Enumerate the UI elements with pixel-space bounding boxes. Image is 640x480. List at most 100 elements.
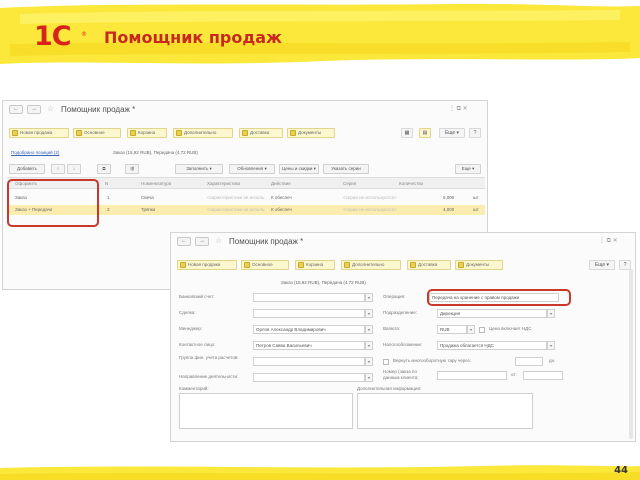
currency-field[interactable]: RUB	[437, 325, 467, 334]
client-order-number-field[interactable]	[437, 371, 507, 380]
col-operation[interactable]: Действие	[271, 178, 291, 190]
client-order-date-field[interactable]	[523, 371, 563, 380]
forward-button[interactable]: →	[27, 105, 41, 114]
basket-icon	[298, 262, 304, 268]
tab-additional[interactable]: Дополнительно	[173, 128, 233, 138]
col-series[interactable]: Серия	[343, 178, 356, 190]
tab-main[interactable]: Основное	[73, 128, 121, 138]
deal-dropdown[interactable]: ▾	[365, 309, 373, 318]
taxation-field[interactable]: Продажа облагается НДС	[437, 341, 547, 350]
division-dropdown[interactable]: ▾	[547, 309, 555, 318]
tab-additional[interactable]: Дополнительно	[341, 260, 401, 270]
taxation-dropdown[interactable]: ▾	[547, 341, 555, 350]
main-icon	[244, 262, 250, 268]
row-quantity: 4,000	[443, 207, 455, 212]
update-button[interactable]: Обновления ▾	[229, 164, 275, 174]
window-controls[interactable]: ⋮ ⧉ ✕	[599, 237, 618, 245]
up-arrow-icon[interactable]: ↑	[51, 164, 65, 174]
add-button[interactable]: Добавить	[9, 164, 45, 174]
copy-icon[interactable]: ⧉	[97, 164, 111, 174]
manager-field[interactable]: Орлов Александр Владимирович	[253, 325, 365, 334]
tab-new-sale[interactable]: Новая продажа	[9, 128, 69, 138]
window-titlebar: ← → ☆ Помощник продаж * ⋮ ⧉ ✕	[171, 233, 635, 251]
specify-series-button[interactable]: Указать серии	[323, 164, 369, 174]
sales-assistant-window-additional: ← → ☆ Помощник продаж * ⋮ ⧉ ✕ Новая прод…	[170, 232, 636, 442]
fill-button[interactable]: Заполнить ▾	[175, 164, 223, 174]
tab-delivery[interactable]: Доставка	[239, 128, 283, 138]
slide-footer-stripe	[0, 462, 640, 480]
division-label: Подразделение:	[383, 310, 418, 315]
fin-group-field[interactable]	[253, 357, 365, 366]
contact-person-label: Контактное лицо:	[179, 342, 216, 347]
bank-account-label: Банковский счет:	[179, 294, 215, 299]
help-button[interactable]: ?	[469, 128, 481, 138]
fin-group-dropdown[interactable]: ▾	[365, 357, 373, 366]
documents-icon	[458, 262, 464, 268]
col-item[interactable]: Номенклатура	[141, 178, 171, 190]
comment-textarea[interactable]	[179, 393, 353, 429]
bank-account-dropdown[interactable]: ▾	[365, 293, 373, 302]
table-toolbar: Добавить ↑ ↓ ⧉ ⇶ Заполнить ▾ Обновления …	[3, 163, 487, 175]
col-quantity[interactable]: Количество	[399, 178, 423, 190]
deal-field[interactable]	[253, 309, 365, 318]
basket-icon	[130, 130, 136, 136]
tab-new-sale[interactable]: Новая продажа	[177, 260, 237, 270]
more-menu-button[interactable]: Еще ▾	[439, 128, 465, 138]
highlight-operation-field	[427, 289, 571, 306]
tab-documents[interactable]: Документы	[455, 260, 503, 270]
delivery-icon	[242, 130, 248, 136]
grid-icon[interactable]: ▦	[401, 128, 413, 138]
tree-icon[interactable]: ⇶	[125, 164, 139, 174]
vertical-scrollbar[interactable]	[629, 269, 633, 439]
back-button[interactable]: ←	[177, 237, 191, 246]
contact-person-dropdown[interactable]: ▾	[365, 341, 373, 350]
window-title: Помощник продаж *	[61, 105, 136, 114]
manager-dropdown[interactable]: ▾	[365, 325, 373, 334]
currency-dropdown[interactable]: ▾	[467, 325, 475, 334]
table-more-button[interactable]: Еще ▾	[455, 164, 481, 174]
price-includes-vat-checkbox[interactable]	[479, 327, 485, 333]
activity-direction-dropdown[interactable]: ▾	[365, 373, 373, 382]
tab-documents[interactable]: Документы	[287, 128, 335, 138]
delivery-icon	[410, 262, 416, 268]
contact-person-field[interactable]: Петров Савва Васильевич	[253, 341, 365, 350]
slide-title: Помощник продаж	[104, 28, 282, 47]
prices-discounts-button[interactable]: Цены и скидки ▾	[279, 164, 319, 174]
extra-info-textarea[interactable]	[357, 393, 533, 429]
return-container-checkbox[interactable]	[383, 359, 389, 365]
col-number[interactable]: N	[105, 178, 108, 190]
row-operation: К обеспеч	[271, 207, 292, 212]
row-operation: К обеспеч	[271, 195, 292, 200]
window-controls[interactable]: ⋮ ⧉ ✕	[449, 105, 468, 113]
activity-direction-field[interactable]	[253, 373, 365, 382]
manager-label: Менеджер:	[179, 326, 203, 331]
tab-basket[interactable]: Корзина	[295, 260, 335, 270]
back-button[interactable]: ←	[9, 105, 23, 114]
comment-label: Комментарий:	[179, 386, 209, 391]
client-order-label: Номер (закза по данным клиента:	[383, 369, 419, 380]
highlight-action-column	[7, 179, 99, 227]
bank-account-field[interactable]	[253, 293, 365, 302]
return-container-label: Вернуть многооборотную тару через:	[393, 358, 471, 363]
window-titlebar: ← → ☆ Помощник продаж * ⋮ ⧉ ✕	[3, 101, 487, 119]
tab-main[interactable]: Основное	[241, 260, 289, 270]
order-summary: Заказ (15,92 RUB), Передача (4,72 RUB)	[281, 280, 366, 285]
col-characteristic[interactable]: Характеристика	[207, 178, 240, 190]
tab-basket[interactable]: Корзина	[127, 128, 167, 138]
division-field[interactable]: Дирекция	[437, 309, 547, 318]
fin-group-label: Группа фин. учета расчетов:	[179, 355, 239, 360]
selected-items-link[interactable]: Подобрано позиций (2)	[11, 149, 59, 156]
favorite-star-icon[interactable]: ☆	[215, 236, 222, 246]
currency-label: Валюта:	[383, 326, 401, 331]
window-title: Помощник продаж *	[229, 237, 304, 246]
more-menu-button[interactable]: Еще ▾	[589, 260, 615, 270]
return-days-field[interactable]	[515, 357, 543, 366]
favorite-star-icon[interactable]: ☆	[47, 104, 54, 114]
report-icon[interactable]: ▤	[419, 128, 431, 138]
down-arrow-icon[interactable]: ↓	[67, 164, 81, 174]
tab-delivery[interactable]: Доставка	[407, 260, 451, 270]
row-item: Тряпка	[141, 207, 156, 212]
row-series: <серии не используются>	[343, 207, 397, 212]
forward-button[interactable]: →	[195, 237, 209, 246]
row-series: <серии не используются>	[343, 195, 397, 200]
